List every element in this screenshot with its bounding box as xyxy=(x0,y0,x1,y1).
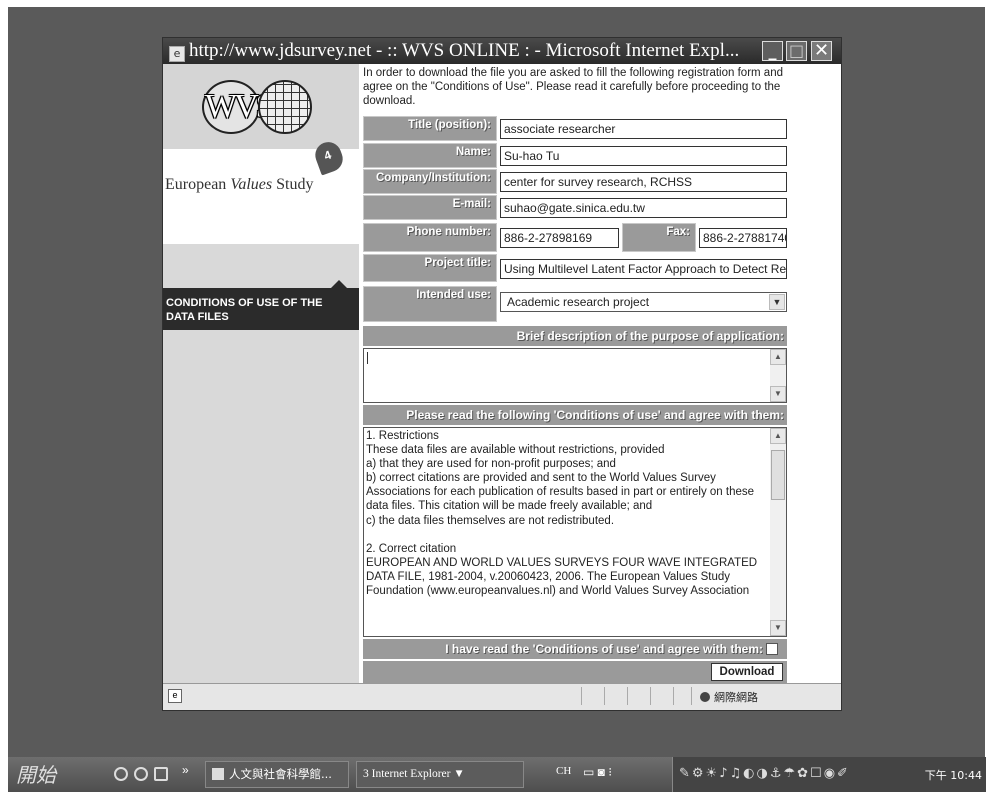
phone-label: Phone number: xyxy=(363,223,497,252)
conditions-text: 1. Restrictions These data files are ava… xyxy=(366,430,758,598)
email-field[interactable]: suhao@gate.sinica.edu.tw xyxy=(500,198,787,218)
project-field[interactable]: Using Multilevel Latent Factor Approach … xyxy=(500,259,787,279)
name-field[interactable]: Su-hao Tu xyxy=(500,146,787,166)
quicklaunch-browser-icon[interactable] xyxy=(114,767,128,781)
document-icon xyxy=(212,768,224,780)
quicklaunch-media-icon[interactable] xyxy=(134,767,148,781)
company-label: Company/Institution: xyxy=(363,169,497,194)
intended-use-value: Academic research project xyxy=(507,295,650,309)
left-panel: WVS 4 European Values Study CONDITIONS O… xyxy=(163,64,359,683)
minimize-button[interactable]: _ xyxy=(762,41,783,61)
project-label: Project title: xyxy=(363,254,497,282)
title-label: Title (position): xyxy=(363,116,497,141)
status-bar: e 網際網路 xyxy=(163,683,841,710)
wvs-logo: WVS xyxy=(163,64,359,149)
language-indicator[interactable]: CH xyxy=(556,765,571,777)
tray-icons[interactable]: ✎⚙☀♪♫◐◑⚓☂✿☐◉✐ xyxy=(679,766,850,781)
brief-description-textarea[interactable]: ▲ ▼ xyxy=(363,348,787,403)
company-field[interactable]: center for survey research, RCHSS xyxy=(500,172,787,192)
ime-icons[interactable]: ▭ ◙ ⁝ xyxy=(583,765,612,779)
evs-suffix: Study xyxy=(272,176,314,193)
brief-scrollbar[interactable]: ▲ ▼ xyxy=(770,349,786,402)
maximize-button[interactable]: □ xyxy=(786,41,807,61)
fax-label: Fax: xyxy=(622,223,696,252)
agree-label: I have read the 'Conditions of use' and … xyxy=(363,639,787,659)
quicklaunch-ie-icon[interactable] xyxy=(154,767,168,781)
globe-zone-icon xyxy=(700,692,710,702)
status-divider xyxy=(691,687,692,705)
use-label: Intended use: xyxy=(363,286,497,322)
intended-use-select[interactable]: Academic research project ▼ xyxy=(500,292,787,312)
email-label: E-mail: xyxy=(363,195,497,220)
page-icon: e xyxy=(169,46,185,62)
name-label: Name: xyxy=(363,143,497,168)
task-button-ie-group[interactable]: 3 Internet Explorer ▼ xyxy=(356,761,524,788)
browser-window: e http://www.jdsurvey.net - :: WVS ONLINE… xyxy=(162,37,842,711)
download-button[interactable]: Download xyxy=(711,663,783,681)
task-ie-label: 3 Internet Explorer xyxy=(363,768,451,780)
scroll-down-icon[interactable]: ▼ xyxy=(770,386,786,402)
page-content: WVS 4 European Values Study CONDITIONS O… xyxy=(163,64,841,683)
close-button[interactable]: ✕ xyxy=(811,41,832,61)
window-title: http://www.jdsurvey.net - :: WVS ONLINE … xyxy=(189,40,740,61)
text-caret xyxy=(367,352,368,364)
taskbar: 開始 » 人文與社會科學館... 3 Internet Explorer ▼ C… xyxy=(8,757,986,792)
title-field[interactable]: associate researcher xyxy=(500,119,787,139)
evs-italic: Values xyxy=(230,176,273,193)
phone-field[interactable]: 886-2-27898169 xyxy=(500,228,619,248)
conditions-textarea[interactable]: 1. Restrictions These data files are ava… xyxy=(363,427,787,637)
status-divider xyxy=(604,687,605,705)
system-tray: ✎⚙☀♪♫◐◑⚓☂✿☐◉✐ 下午 10:44 xyxy=(672,757,986,792)
status-divider xyxy=(650,687,651,705)
task-button-word[interactable]: 人文與社會科學館... xyxy=(205,761,349,788)
intro-text: In order to download the file you are as… xyxy=(363,67,783,107)
evs-logo-text: European Values Study xyxy=(165,176,313,194)
conditions-heading: Please read the following 'Conditions of… xyxy=(363,405,787,425)
conditions-scrollbar[interactable]: ▲ ▼ xyxy=(770,428,786,636)
status-divider xyxy=(627,687,628,705)
fax-field[interactable]: 886-2-27881740 xyxy=(699,228,787,248)
clock[interactable]: 下午 10:44 xyxy=(925,767,982,783)
brief-heading: Brief description of the purpose of appl… xyxy=(363,326,787,346)
zone-label: 網際網路 xyxy=(714,691,758,704)
security-zone: 網際網路 xyxy=(700,689,758,705)
page-status-icon: e xyxy=(168,689,182,703)
agree-checkbox[interactable] xyxy=(766,643,778,655)
status-divider xyxy=(581,687,582,705)
start-button[interactable]: 開始 xyxy=(8,760,100,790)
scroll-thumb[interactable] xyxy=(771,450,785,500)
title-bar[interactable]: e http://www.jdsurvey.net - :: WVS ONLINE… xyxy=(163,38,841,64)
task-word-label: 人文與社會科學館... xyxy=(229,767,332,781)
quicklaunch-more-icon[interactable]: » xyxy=(182,763,189,777)
conditions-menu-label[interactable]: CONDITIONS OF USE OF THE DATA FILES xyxy=(166,296,336,324)
globe-icon xyxy=(258,80,312,134)
evs-badge-number: 4 xyxy=(322,147,334,164)
status-divider xyxy=(673,687,674,705)
chevron-down-icon[interactable]: ▼ xyxy=(769,294,785,310)
scroll-up-icon[interactable]: ▲ xyxy=(770,428,786,444)
chevron-down-icon: ▼ xyxy=(453,768,465,780)
scroll-down-icon[interactable]: ▼ xyxy=(770,620,786,636)
scroll-up-icon[interactable]: ▲ xyxy=(770,349,786,365)
evs-prefix: European xyxy=(165,176,231,193)
